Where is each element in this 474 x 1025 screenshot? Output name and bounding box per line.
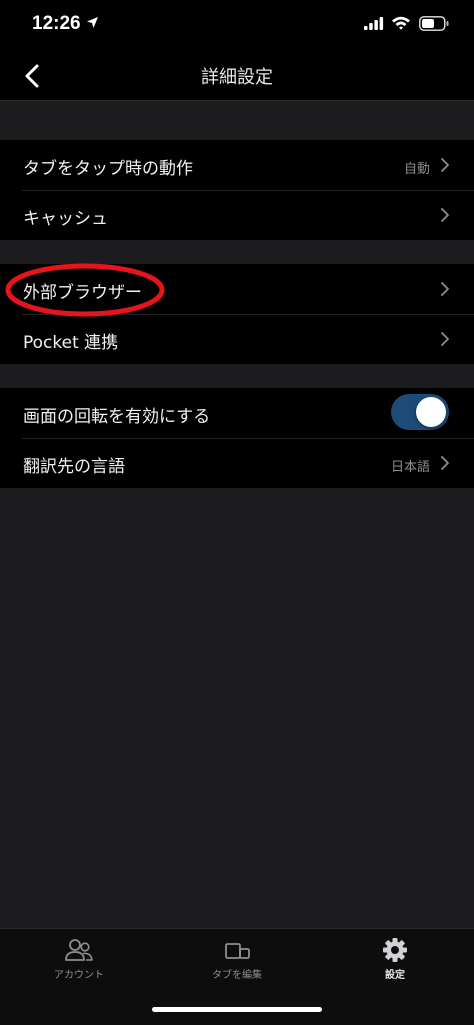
status-time: 12:26	[32, 13, 81, 34]
row-label: Pocket 連携	[23, 333, 119, 353]
tab-label: タブを編集	[212, 970, 262, 981]
settings-group-tabs: タブをタップ時の動作 自動 キャッシュ	[0, 140, 474, 240]
chevron-right-icon	[441, 456, 449, 470]
row-cache[interactable]: キャッシュ	[0, 190, 474, 240]
edit-tabs-icon	[225, 943, 250, 959]
home-indicator	[152, 1007, 322, 1012]
tab-edit-tabs[interactable]: タブを編集	[158, 929, 316, 989]
highlight-ellipse	[5, 263, 165, 317]
row-label: キャッシュ	[23, 209, 108, 229]
rotation-toggle[interactable]	[391, 394, 449, 430]
row-label: 翻訳先の言語	[23, 457, 125, 477]
tab-account[interactable]: アカウント	[0, 929, 158, 989]
row-label: タブをタップ時の動作	[23, 159, 193, 179]
location-arrow-icon	[87, 17, 98, 28]
gear-icon	[383, 938, 407, 962]
tab-settings[interactable]: 設定	[316, 929, 474, 989]
navigation-bar: 詳細設定	[0, 50, 474, 101]
tab-label: 設定	[385, 970, 405, 981]
row-pocket-integration[interactable]: Pocket 連携	[0, 314, 474, 364]
wifi-icon	[392, 16, 410, 30]
toggle-knob	[416, 397, 446, 427]
account-icon	[65, 939, 93, 961]
tab-label: アカウント	[54, 970, 104, 981]
row-label: 画面の回転を有効にする	[23, 407, 211, 427]
row-value: 日本語	[390, 460, 430, 475]
battery-icon	[419, 16, 449, 31]
row-value: 自動	[403, 162, 430, 177]
chevron-right-icon	[441, 208, 449, 222]
page-title: 詳細設定	[201, 67, 273, 88]
cellular-signal-icon	[364, 17, 384, 30]
row-tab-tap-action[interactable]: タブをタップ時の動作 自動	[0, 140, 474, 190]
chevron-right-icon	[441, 282, 449, 296]
status-bar: 12:26	[0, 0, 474, 50]
row-translation-language[interactable]: 翻訳先の言語 日本語	[0, 438, 474, 488]
chevron-right-icon	[441, 332, 449, 346]
chevron-right-icon	[441, 158, 449, 172]
